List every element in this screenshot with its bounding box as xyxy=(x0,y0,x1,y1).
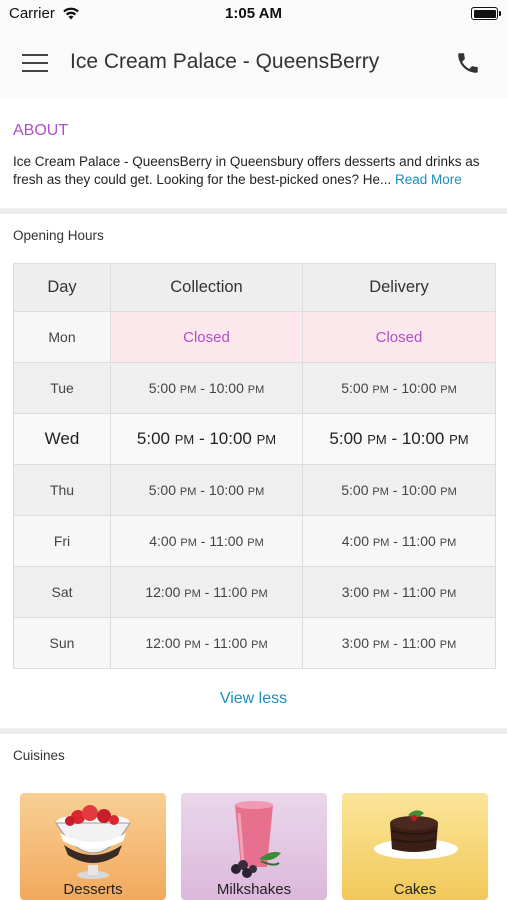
opening-hours-table: Day Collection Delivery Mon Closed Close… xyxy=(13,263,496,669)
read-more-link[interactable]: Read More xyxy=(395,172,462,187)
delivery-cell: Closed xyxy=(302,311,496,363)
menu-icon[interactable] xyxy=(22,53,48,73)
delivery-cell: 3:00 PM - 11:00 PM xyxy=(302,617,496,669)
delivery-cell: 3:00 PM - 11:00 PM xyxy=(302,566,496,618)
collection-cell: 5:00 PM - 10:00 PM xyxy=(110,362,303,414)
about-text: Ice Cream Palace - QueensBerry in Queens… xyxy=(13,153,497,189)
cuisine-label: Desserts xyxy=(63,881,123,898)
table-row: Tue 5:00 PM - 10:00 PM 5:00 PM - 10:00 P… xyxy=(13,362,496,414)
collection-cell: 4:00 PM - 11:00 PM xyxy=(110,515,303,567)
cuisines-label: Cuisines xyxy=(13,748,65,763)
cuisine-label: Cakes xyxy=(393,881,437,898)
cuisine-label: Milkshakes xyxy=(216,881,292,898)
table-row: Sat 12:00 PM - 11:00 PM 3:00 PM - 11:00 … xyxy=(13,566,496,618)
table-row-today: Wed 5:00 PM - 10:00 PM 5:00 PM - 10:00 P… xyxy=(13,413,496,465)
table-row: Thu 5:00 PM - 10:00 PM 5:00 PM - 10:00 P… xyxy=(13,464,496,516)
column-header-day: Day xyxy=(13,263,111,312)
section-divider xyxy=(0,728,507,734)
page-title: Ice Cream Palace - QueensBerry xyxy=(70,50,380,73)
cuisine-card-desserts[interactable]: Desserts xyxy=(20,793,166,900)
day-cell: Mon xyxy=(13,311,111,363)
battery-icon xyxy=(471,7,501,20)
delivery-cell: 5:00 PM - 10:00 PM xyxy=(302,464,496,516)
delivery-cell: 4:00 PM - 11:00 PM xyxy=(302,515,496,567)
cuisine-card-cakes[interactable]: Cakes xyxy=(342,793,488,900)
day-cell: Wed xyxy=(13,413,111,465)
collection-cell: 12:00 PM - 11:00 PM xyxy=(110,617,303,669)
phone-icon[interactable] xyxy=(455,50,481,76)
table-row: Fri 4:00 PM - 11:00 PM 4:00 PM - 11:00 P… xyxy=(13,515,496,567)
collection-cell: 5:00 PM - 10:00 PM xyxy=(110,413,303,465)
delivery-cell: 5:00 PM - 10:00 PM xyxy=(302,362,496,414)
about-title: ABOUT xyxy=(13,122,69,139)
table-row: Sun 12:00 PM - 11:00 PM 3:00 PM - 11:00 … xyxy=(13,617,496,669)
table-row: Mon Closed Closed xyxy=(13,311,496,363)
column-header-delivery: Delivery xyxy=(302,263,496,312)
app-header: Ice Cream Palace - QueensBerry xyxy=(0,28,507,98)
day-cell: Fri xyxy=(13,515,111,567)
cuisine-card-milkshakes[interactable]: Milkshakes xyxy=(181,793,327,900)
delivery-cell: 5:00 PM - 10:00 PM xyxy=(302,413,496,465)
status-bar: Carrier 1:05 AM xyxy=(0,0,507,28)
opening-hours-label: Opening Hours xyxy=(13,228,104,243)
day-cell: Sun xyxy=(13,617,111,669)
day-cell: Tue xyxy=(13,362,111,414)
view-less-link[interactable]: View less xyxy=(0,690,507,708)
day-cell: Thu xyxy=(13,464,111,516)
about-section: ABOUT Ice Cream Palace - QueensBerry in … xyxy=(0,98,507,208)
status-time: 1:05 AM xyxy=(225,5,282,22)
collection-cell: 5:00 PM - 10:00 PM xyxy=(110,464,303,516)
column-header-collection: Collection xyxy=(110,263,303,312)
section-divider xyxy=(0,208,507,214)
table-header-row: Day Collection Delivery xyxy=(13,263,496,312)
day-cell: Sat xyxy=(13,566,111,618)
collection-cell: Closed xyxy=(110,311,303,363)
collection-cell: 12:00 PM - 11:00 PM xyxy=(110,566,303,618)
